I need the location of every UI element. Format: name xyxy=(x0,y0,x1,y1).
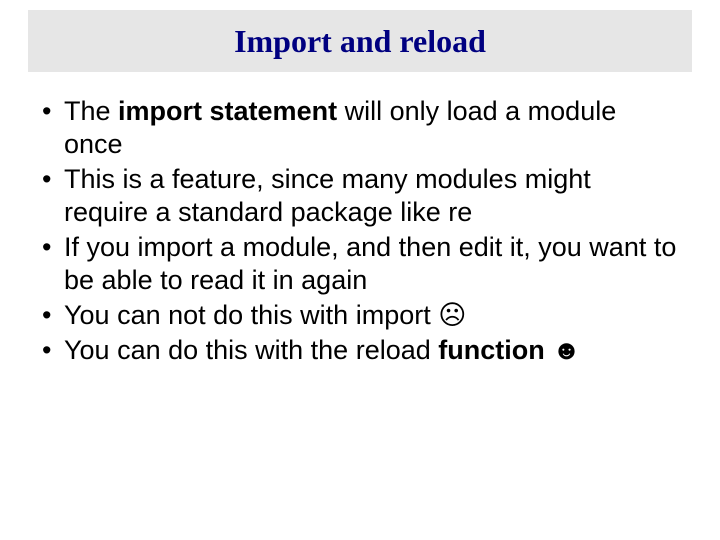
slide: Import and reload The import statement w… xyxy=(0,0,720,540)
bullet-5: You can do this with the reload function… xyxy=(40,334,680,367)
slide-content: The import statement will only load a mo… xyxy=(40,95,680,369)
bullet-1: The import statement will only load a mo… xyxy=(40,95,680,161)
bullet-2-text: This is a feature, since many modules mi… xyxy=(64,164,591,227)
bullet-4: You can not do this with import ☹ xyxy=(40,299,680,332)
bullet-3: If you import a module, and then edit it… xyxy=(40,231,680,297)
slide-title: Import and reload xyxy=(234,23,486,60)
bullet-list: The import statement will only load a mo… xyxy=(40,95,680,367)
title-bar: Import and reload xyxy=(28,10,692,72)
bullet-1-bold: import statement xyxy=(118,96,337,126)
bullet-2: This is a feature, since many modules mi… xyxy=(40,163,680,229)
bullet-1-text-a: The xyxy=(64,96,118,126)
bullet-5-bold: function xyxy=(438,335,544,365)
bullet-3-text: If you import a module, and then edit it… xyxy=(64,232,676,295)
bullet-5-text-a: You can do this with the reload xyxy=(64,335,438,365)
happy-face-icon: ☻ xyxy=(552,335,580,365)
bullet-4-text: You can not do this with import xyxy=(64,300,438,330)
sad-face-icon: ☹ xyxy=(438,300,466,330)
